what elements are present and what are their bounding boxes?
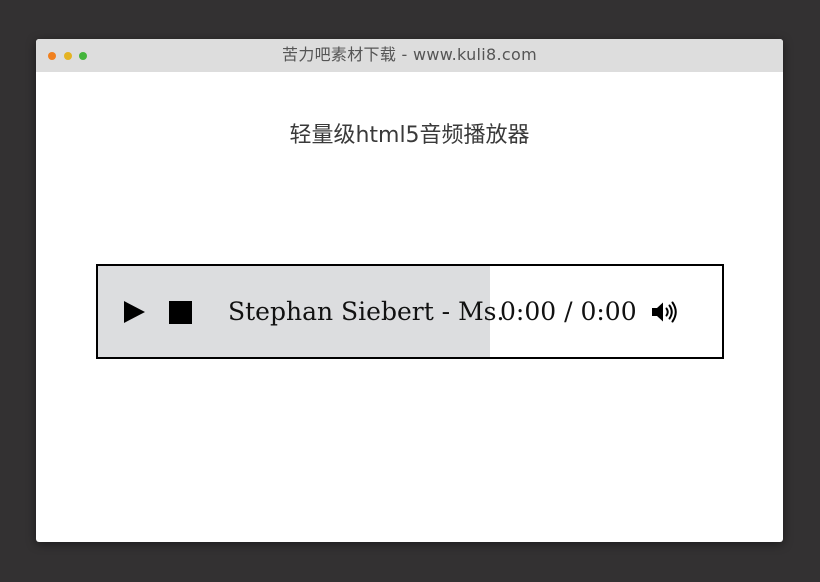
window-title: 苦力吧素材下载 - www.kuli8.com (282, 45, 537, 64)
time-display: 0:00 / 0:00 (500, 297, 637, 326)
volume-icon[interactable] (651, 300, 679, 324)
player-track-panel: Stephan Siebert - Ms. (98, 266, 504, 357)
play-icon[interactable] (124, 301, 145, 323)
audio-player: Stephan Siebert - Ms. 0:00 / 0:00 (96, 264, 724, 359)
track-title: Stephan Siebert - Ms. (228, 297, 505, 326)
browser-window: 苦力吧素材下载 - www.kuli8.com 轻量级html5音频播放器 St… (36, 39, 783, 542)
speaker-icon (652, 301, 677, 323)
stop-icon[interactable] (169, 301, 192, 324)
title-bar: 苦力吧素材下载 - www.kuli8.com (36, 39, 783, 72)
page-title: 轻量级html5音频播放器 (289, 123, 530, 148)
